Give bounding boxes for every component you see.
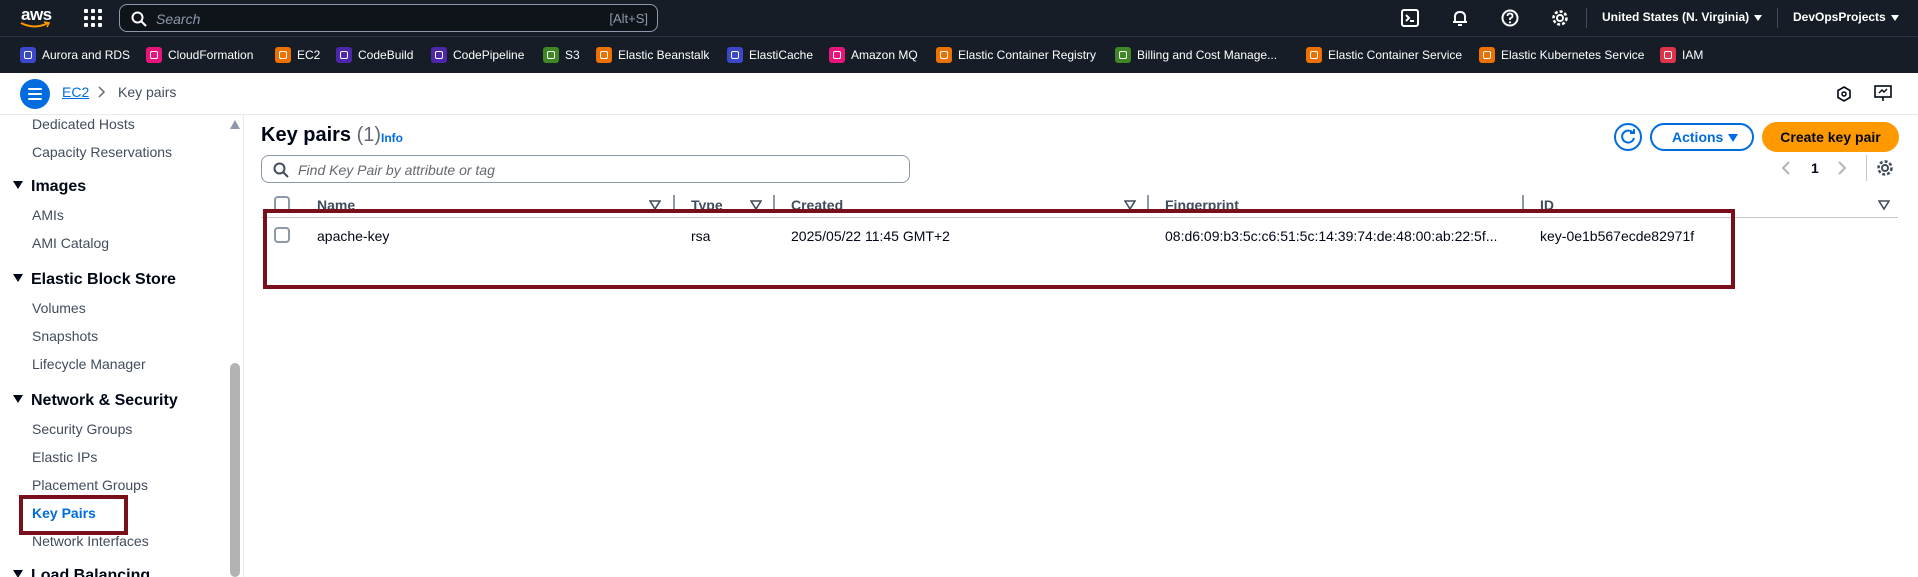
services-menu-icon[interactable]	[84, 9, 102, 27]
page-number[interactable]: 1	[1811, 160, 1819, 176]
filter-placeholder: Find Key Pair by attribute or tag	[298, 162, 495, 178]
search-icon	[131, 11, 147, 27]
favorite-cloudformation[interactable]: CloudFormation	[146, 47, 253, 63]
sidebar-item-volumes[interactable]: Volumes	[32, 300, 86, 316]
sidebar-item-dedicated-hosts[interactable]: Dedicated Hosts	[32, 116, 135, 132]
top-navigation: aws Search [Alt+S] United States (N. Vir…	[0, 0, 1918, 36]
page-title: Key pairs (1)	[261, 124, 382, 146]
sidebar-section-images[interactable]: Images	[13, 178, 86, 196]
sidebar-item-amis[interactable]: AMIs	[32, 207, 64, 223]
ecs-icon	[1306, 47, 1322, 63]
favorite-codebuild[interactable]: CodeBuild	[336, 47, 413, 63]
elastic-beanstalk-icon	[596, 47, 612, 63]
search-icon	[273, 162, 289, 178]
codepipeline-icon	[431, 47, 447, 63]
caret-down-icon	[13, 273, 23, 282]
amazon-mq-icon	[829, 47, 845, 63]
sidebar-section-load-balancing[interactable]: Load Balancing	[13, 567, 150, 577]
sidebar-item-lifecycle-manager[interactable]: Lifecycle Manager	[32, 356, 146, 372]
notifications-bell-icon[interactable]	[1451, 9, 1469, 27]
table-preferences-gear-icon[interactable]	[1876, 159, 1894, 177]
caret-down-icon	[1728, 134, 1738, 142]
billing-icon	[1115, 47, 1131, 63]
eks-icon	[1479, 47, 1495, 63]
next-page-icon[interactable]	[1837, 160, 1847, 176]
key-pair-filter-input[interactable]: Find Key Pair by attribute or tag	[261, 155, 910, 183]
caret-down-icon	[13, 569, 23, 577]
refresh-icon	[1621, 129, 1635, 144]
favorites-bar: Aurora and RDS CloudFormation EC2 CodeBu…	[0, 36, 1918, 73]
search-bar[interactable]: Search [Alt+S]	[119, 4, 658, 32]
search-placeholder: Search	[156, 11, 201, 27]
favorite-billing[interactable]: Billing and Cost Manage...	[1115, 47, 1277, 63]
chevron-right-icon	[98, 86, 106, 98]
account-label: DevOpsProjects	[1793, 10, 1886, 24]
cloudformation-icon	[146, 47, 162, 63]
favorite-amazon-mq[interactable]: Amazon MQ	[829, 47, 918, 63]
sidebar-item-elastic-ips[interactable]: Elastic IPs	[32, 449, 97, 465]
favorite-eks[interactable]: Elastic Kubernetes Service	[1479, 47, 1644, 63]
chevron-down-icon	[1890, 14, 1899, 21]
cloudshell-icon[interactable]	[1401, 9, 1419, 27]
sort-icon[interactable]	[1878, 199, 1890, 211]
elasticache-icon	[727, 47, 743, 63]
feedback-presenter-icon[interactable]	[1874, 85, 1892, 102]
favorite-iam[interactable]: IAM	[1660, 47, 1703, 63]
scroll-up-arrow-icon[interactable]	[230, 120, 240, 129]
divider	[1866, 155, 1867, 181]
region-label: United States (N. Virginia)	[1602, 10, 1750, 24]
favorite-elasticache[interactable]: ElastiCache	[727, 47, 813, 63]
notifications-hexagon-icon[interactable]	[1836, 86, 1852, 102]
iam-icon	[1660, 47, 1676, 63]
codebuild-icon	[336, 47, 352, 63]
create-key-pair-button[interactable]: Create key pair	[1762, 122, 1899, 152]
favorite-aurora-rds[interactable]: Aurora and RDS	[20, 47, 130, 63]
s3-icon	[543, 47, 559, 63]
favorite-ec2[interactable]: EC2	[275, 47, 320, 63]
ec2-icon	[275, 47, 291, 63]
ecr-icon	[936, 47, 952, 63]
breadcrumb-current: Key pairs	[118, 84, 177, 100]
aws-logo[interactable]: aws	[20, 5, 56, 31]
sidebar-item-placement-groups[interactable]: Placement Groups	[32, 477, 148, 493]
breadcrumb-ec2[interactable]: EC2	[62, 84, 89, 100]
favorite-s3[interactable]: S3	[543, 47, 580, 63]
help-icon[interactable]	[1501, 9, 1519, 27]
aurora-rds-icon	[20, 47, 36, 63]
breadcrumb-bar: EC2 Key pairs	[0, 73, 1918, 115]
item-count: (1)	[356, 124, 382, 146]
info-link[interactable]: Info	[381, 131, 403, 145]
sidebar-item-ami-catalog[interactable]: AMI Catalog	[32, 235, 109, 251]
sidebar-item-capacity-reservations[interactable]: Capacity Reservations	[32, 144, 172, 160]
sidebar-item-network-interfaces[interactable]: Network Interfaces	[32, 533, 149, 549]
caret-down-icon	[13, 180, 23, 189]
sidebar-scrollbar[interactable]	[229, 115, 241, 577]
previous-page-icon[interactable]	[1781, 160, 1791, 176]
settings-gear-icon[interactable]	[1551, 9, 1569, 27]
sidebar-section-network-security[interactable]: Network & Security	[13, 392, 178, 410]
caret-down-icon	[13, 394, 23, 403]
chevron-down-icon	[1754, 14, 1763, 21]
sidebar-item-snapshots[interactable]: Snapshots	[32, 328, 98, 344]
account-menu[interactable]: DevOpsProjects	[1793, 10, 1899, 24]
highlight-box-key-pairs	[19, 495, 128, 535]
refresh-button[interactable]	[1614, 123, 1642, 151]
scrollbar-thumb[interactable]	[230, 363, 240, 577]
hamburger-menu-icon[interactable]	[20, 79, 50, 109]
favorite-ecr[interactable]: Elastic Container Registry	[936, 47, 1096, 63]
favorite-ecs[interactable]: Elastic Container Service	[1306, 47, 1462, 63]
search-shortcut: [Alt+S]	[609, 11, 648, 26]
region-selector[interactable]: United States (N. Virginia)	[1602, 10, 1763, 24]
sidebar-section-ebs[interactable]: Elastic Block Store	[13, 271, 176, 289]
actions-dropdown[interactable]: Actions	[1650, 123, 1754, 151]
favorite-elastic-beanstalk[interactable]: Elastic Beanstalk	[596, 47, 709, 63]
highlight-box-key-row	[263, 209, 1735, 289]
favorite-codepipeline[interactable]: CodePipeline	[431, 47, 524, 63]
sidebar-item-security-groups[interactable]: Security Groups	[32, 421, 132, 437]
